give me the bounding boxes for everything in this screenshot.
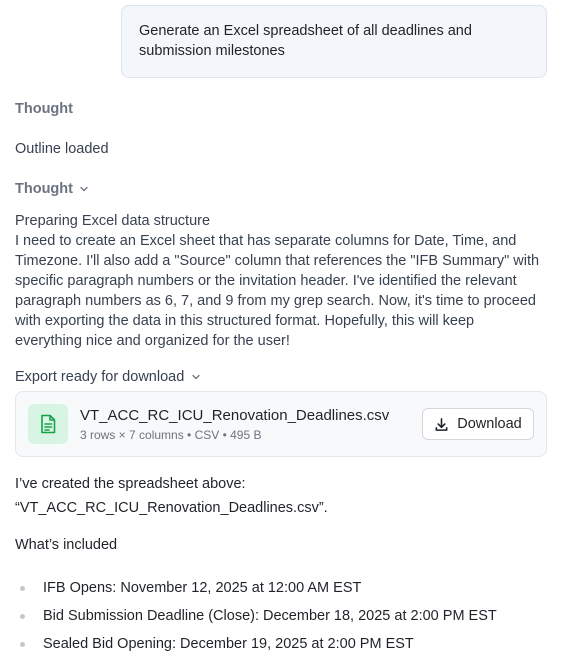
file-card: VT_ACC_RC_ICU_Renovation_Deadlines.csv 3… (15, 391, 547, 457)
thinking-body: I need to create an Excel sheet that has… (15, 233, 540, 349)
list-item-text: Bid Submission Deadline (Close): Decembe… (43, 608, 497, 624)
user-message-bubble: Generate an Excel spreadsheet of all dea… (121, 5, 547, 78)
thinking-content: Preparing Excel data structure I need to… (15, 211, 545, 351)
download-icon (435, 417, 448, 431)
export-label: Export ready for download (15, 369, 185, 385)
export-toggle[interactable]: Export ready for download (15, 368, 201, 386)
download-button[interactable]: Download (422, 408, 534, 440)
user-message-text: Generate an Excel spreadsheet of all dea… (139, 23, 472, 59)
milestone-list: IFB Opens: November 12, 2025 at 12:00 AM… (15, 574, 497, 658)
chevron-down-icon (192, 374, 200, 380)
list-item: IFB Opens: November 12, 2025 at 12:00 AM… (15, 574, 497, 602)
bullet-dot (20, 586, 25, 591)
response-line-1: I’ve created the spreadsheet above: (15, 476, 246, 492)
list-item-text: Sealed Bid Opening: December 19, 2025 at… (43, 636, 414, 652)
chevron-down-icon (80, 186, 88, 192)
list-item-text: IFB Opens: November 12, 2025 at 12:00 AM… (43, 580, 362, 596)
list-item: Bid Submission Deadline (Close): Decembe… (15, 602, 497, 630)
response-line-2: “VT_ACC_RC_ICU_Renovation_Deadlines.csv”… (15, 500, 328, 516)
thought-label[interactable]: Thought (15, 100, 73, 118)
file-icon-container (28, 404, 68, 444)
outline-status: Outline loaded (15, 141, 109, 157)
spreadsheet-file-icon (41, 414, 56, 434)
bullet-dot (20, 614, 25, 619)
download-label: Download (457, 416, 522, 432)
file-name: VT_ACC_RC_ICU_Renovation_Deadlines.csv (80, 407, 390, 424)
section-title: What’s included (15, 537, 118, 553)
file-meta: 3 rows × 7 columns • CSV • 495 B (80, 428, 262, 442)
thinking-heading: Preparing Excel data structure (15, 213, 211, 229)
response-intro: I’ve created the spreadsheet above: “VT_… (15, 472, 545, 520)
list-item: Sealed Bid Opening: December 19, 2025 at… (15, 630, 497, 658)
thought-toggle[interactable]: Thought (15, 180, 89, 198)
thought-toggle-label: Thought (15, 181, 73, 197)
bullet-dot (20, 642, 25, 647)
